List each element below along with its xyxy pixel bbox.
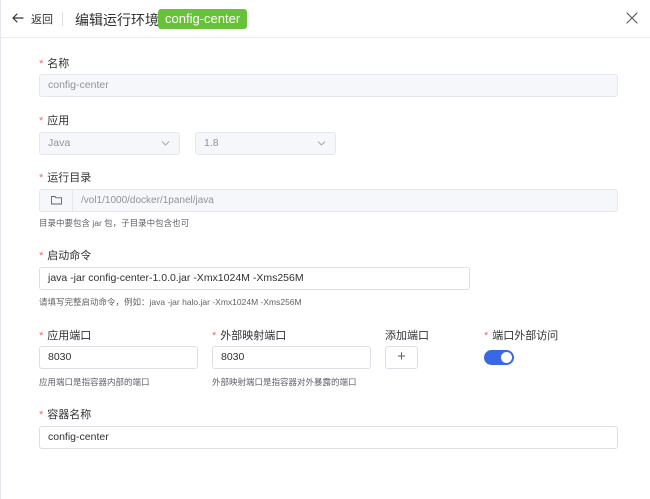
toggle-knob — [501, 352, 512, 363]
app-type-select[interactable]: Java — [39, 132, 180, 155]
chevron-down-icon — [161, 141, 170, 146]
folder-button[interactable] — [40, 190, 73, 211]
page-title: 编辑运行环境 - — [75, 12, 168, 28]
app-label: * 应用 — [39, 115, 70, 127]
external-port-help: 外部映射端口是指容器对外暴露的端口 — [212, 377, 357, 387]
external-port-label: * 外部映射端口 — [212, 330, 287, 342]
run-dir-input[interactable]: /vol1/1000/docker/1panel/java — [39, 189, 618, 212]
run-dir-label: * 运行目录 — [39, 172, 92, 184]
chevron-down-icon — [317, 141, 326, 146]
external-port-input[interactable]: 8030 — [212, 346, 371, 369]
edit-runtime-drawer: 返回 编辑运行环境 - config-center * 名称 config-cen… — [0, 0, 650, 499]
app-version-value: 1.8 — [204, 137, 219, 149]
app-type-value: Java — [48, 137, 71, 149]
app-port-label: * 应用端口 — [39, 330, 92, 342]
start-command-label: * 启动命令 — [39, 250, 92, 262]
run-dir-help: 目录中要包含 jar 包，子目录中包含也可 — [39, 218, 190, 228]
back-button[interactable]: 返回 — [31, 11, 53, 27]
run-dir-value: /vol1/1000/docker/1panel/java — [81, 195, 214, 206]
add-port-button[interactable]: + — [385, 346, 418, 369]
external-access-label: * 端口外部访问 — [484, 330, 559, 342]
name-label: * 名称 — [39, 58, 70, 70]
container-name-input[interactable]: config-center — [39, 426, 618, 449]
container-name-label: * 容器名称 — [39, 409, 92, 421]
app-port-help: 应用端口是指容器内部的端口 — [39, 377, 150, 387]
name-input[interactable]: config-center — [39, 74, 618, 97]
app-version-select[interactable]: 1.8 — [195, 132, 336, 155]
plus-icon: + — [397, 348, 406, 365]
app-port-input[interactable]: 8030 — [39, 346, 198, 369]
drawer-header: 返回 编辑运行环境 - config-center — [1, 0, 650, 38]
add-port-label: 添加端口 — [385, 330, 429, 342]
start-command-help: 请填写完整启动命令，例如：java -jar halo.jar -Xmx1024… — [39, 297, 302, 307]
header-divider — [62, 12, 63, 26]
start-command-input[interactable]: java -jar config-center-1.0.0.jar -Xmx10… — [39, 267, 470, 290]
close-icon[interactable] — [625, 11, 639, 25]
external-access-toggle[interactable] — [484, 350, 514, 365]
folder-icon — [51, 196, 62, 205]
back-arrow-icon[interactable] — [11, 11, 25, 25]
runtime-name-tag: config-center — [158, 9, 248, 29]
